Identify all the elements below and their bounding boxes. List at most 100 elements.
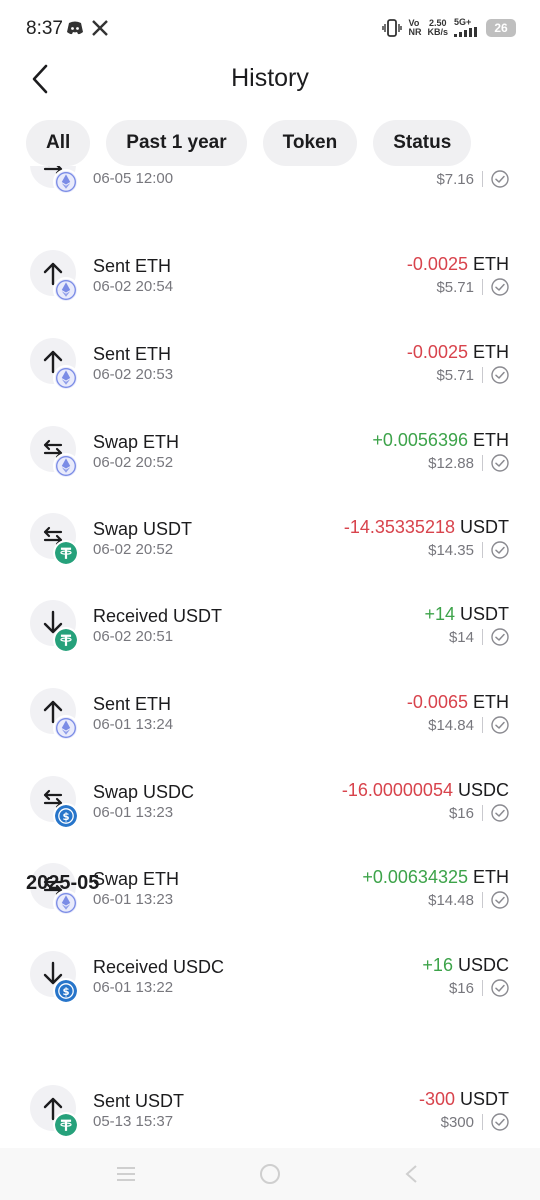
transaction-time: 06-01 13:23: [93, 804, 174, 821]
svg-text:$: $: [62, 812, 69, 823]
check-icon: [491, 716, 509, 734]
usd-value: $14: [448, 628, 474, 646]
usd-value: $5.71: [436, 278, 474, 296]
section-title-2025-05: 2025-05: [26, 872, 100, 894]
amount-unit: ETH: [473, 430, 509, 450]
check-icon: [491, 1113, 509, 1131]
eth-token-icon: [53, 715, 79, 741]
home-nav-icon[interactable]: [258, 1162, 282, 1186]
check-icon: [491, 979, 509, 997]
check-icon: [491, 170, 509, 188]
check-icon: [491, 891, 509, 909]
amount-value: +16: [422, 955, 453, 975]
eth-token-icon: [53, 453, 79, 479]
transaction-amount: +0.0056396 ETH: [372, 430, 509, 451]
speed-unit: KB/s: [427, 26, 448, 37]
transaction-time: 06-02 20:52: [93, 454, 174, 471]
transaction-time: 06-01 13:24: [93, 716, 174, 733]
amount-unit: USDT: [460, 1089, 509, 1109]
filter-past-1-year[interactable]: Past 1 year: [106, 120, 247, 166]
check-icon: [491, 541, 509, 559]
discord-icon: [67, 21, 83, 35]
amount-unit: USDC: [457, 780, 509, 800]
transaction-time: 06-01 13:22: [93, 979, 174, 996]
usd-value: $14.48: [428, 891, 474, 909]
usd-value: $5.71: [436, 366, 474, 384]
amount-value: -300: [418, 1089, 455, 1109]
transaction-row[interactable]: Sent ETH 06-01 13:24 -0.0065 ETH $14.84: [0, 684, 540, 772]
divider: [482, 1114, 483, 1130]
vibrate-icon: [382, 18, 403, 37]
amount-unit: ETH: [473, 342, 509, 362]
amount-unit: ETH: [473, 692, 509, 712]
amount-value: +0.00634325: [362, 867, 468, 887]
usd-value: $16: [448, 804, 474, 822]
transaction-amount: -0.0025 ETH: [407, 342, 509, 363]
transaction-title: Sent USDT: [93, 1091, 185, 1111]
divider: [482, 367, 483, 383]
divider: [482, 980, 483, 996]
transaction-row[interactable]: $ Swap USDC 06-01 13:23 -16.00000054 USDC $1…: [0, 772, 540, 860]
transaction-row[interactable]: Sent ETH 06-02 20:54 -0.0025 ETH $5.71: [0, 246, 540, 334]
amount-value: -0.0025: [406, 342, 468, 362]
check-icon: [491, 366, 509, 384]
amount-value: -0.0025: [406, 254, 468, 274]
transaction-title: Sent ETH: [93, 256, 172, 276]
transaction-amount: -0.0025 ETH: [407, 254, 509, 275]
filter-token[interactable]: Token: [262, 120, 358, 166]
check-icon: [491, 628, 509, 646]
svg-text:$: $: [62, 987, 69, 998]
amount-value: +0.0056396: [372, 430, 468, 450]
transaction-time: 06-02 20:54: [93, 278, 174, 295]
transaction-title: Sent ETH: [93, 344, 172, 364]
transaction-time: 06-01 13:23: [93, 891, 174, 908]
menu-nav-icon[interactable]: [114, 1162, 138, 1186]
usd-value: $14.35: [428, 541, 474, 559]
transaction-time: 06-05 12:00: [93, 170, 174, 187]
amount-value: -14.35335218: [343, 517, 455, 537]
page-title: History: [231, 64, 309, 92]
filter-status[interactable]: Status: [373, 120, 472, 166]
transaction-amount: -16.00000054 USDC: [342, 780, 509, 801]
divider: [482, 892, 483, 908]
signal-icon: [454, 27, 477, 37]
eth-token-icon: [53, 169, 79, 195]
transaction-title: Received USDT: [93, 606, 223, 626]
transaction-amount: +16 USDC: [422, 955, 509, 976]
amount-unit: ETH: [473, 254, 509, 274]
transaction-list[interactable]: 06-05 12:00 $7.16 Sent ETH 06-02 20:54 -0.0…: [0, 166, 540, 1146]
amount-value: -0.0065: [406, 692, 468, 712]
transaction-title: Received USDC: [93, 957, 225, 977]
transaction-row[interactable]: $ Received USDC 06-01 13:22 +16 USDC $16: [0, 947, 540, 1035]
transaction-row[interactable]: Received USDT 06-02 20:51 +14 USDT $14: [0, 596, 540, 684]
transaction-row[interactable]: Swap ETH 06-02 20:52 +0.0056396 ETH $12.88: [0, 422, 540, 510]
transaction-time: 06-02 20:52: [93, 541, 174, 558]
divider: [482, 455, 483, 471]
status-time: 8:37: [26, 18, 63, 39]
filter-bar: All Past 1 year Token Status: [26, 120, 472, 166]
battery-indicator: 26: [486, 18, 516, 37]
transaction-row[interactable]: Swap USDT 06-02 20:52 -14.35335218 USDT $14…: [0, 509, 540, 597]
transaction-row[interactable]: Sent ETH 06-02 20:53 -0.0025 ETH $5.71: [0, 334, 540, 422]
usdc-token-icon: $: [53, 803, 79, 829]
transaction-amount: +0.00634325 ETH: [362, 867, 509, 888]
transaction-row[interactable]: Sent USDT 05-13 15:37 -300 USDT $300: [0, 1081, 540, 1146]
header: History: [0, 56, 540, 106]
status-bar: 8:37 Vo NR 2.50 KB/s 5G+ 26: [0, 0, 540, 56]
x-icon: [92, 20, 108, 36]
back-nav-icon[interactable]: [400, 1162, 424, 1186]
transaction-amount: +14 USDT: [424, 604, 509, 625]
usdt-token-icon: [53, 627, 79, 653]
amount-unit: ETH: [473, 867, 509, 887]
eth-token-icon: [53, 365, 79, 391]
transaction-amount: -0.0065 ETH: [407, 692, 509, 713]
divider: [482, 542, 483, 558]
transaction-title: Sent ETH: [93, 694, 172, 714]
transaction-amount: -14.35335218 USDT: [344, 517, 509, 538]
amount-value: -16.00000054: [341, 780, 453, 800]
filter-all[interactable]: All: [26, 120, 91, 166]
transaction-time: 05-13 15:37: [93, 1113, 174, 1130]
transaction-row[interactable]: 06-05 12:00 $7.16: [0, 166, 540, 226]
check-icon: [491, 804, 509, 822]
nr-label: NR: [408, 26, 422, 37]
